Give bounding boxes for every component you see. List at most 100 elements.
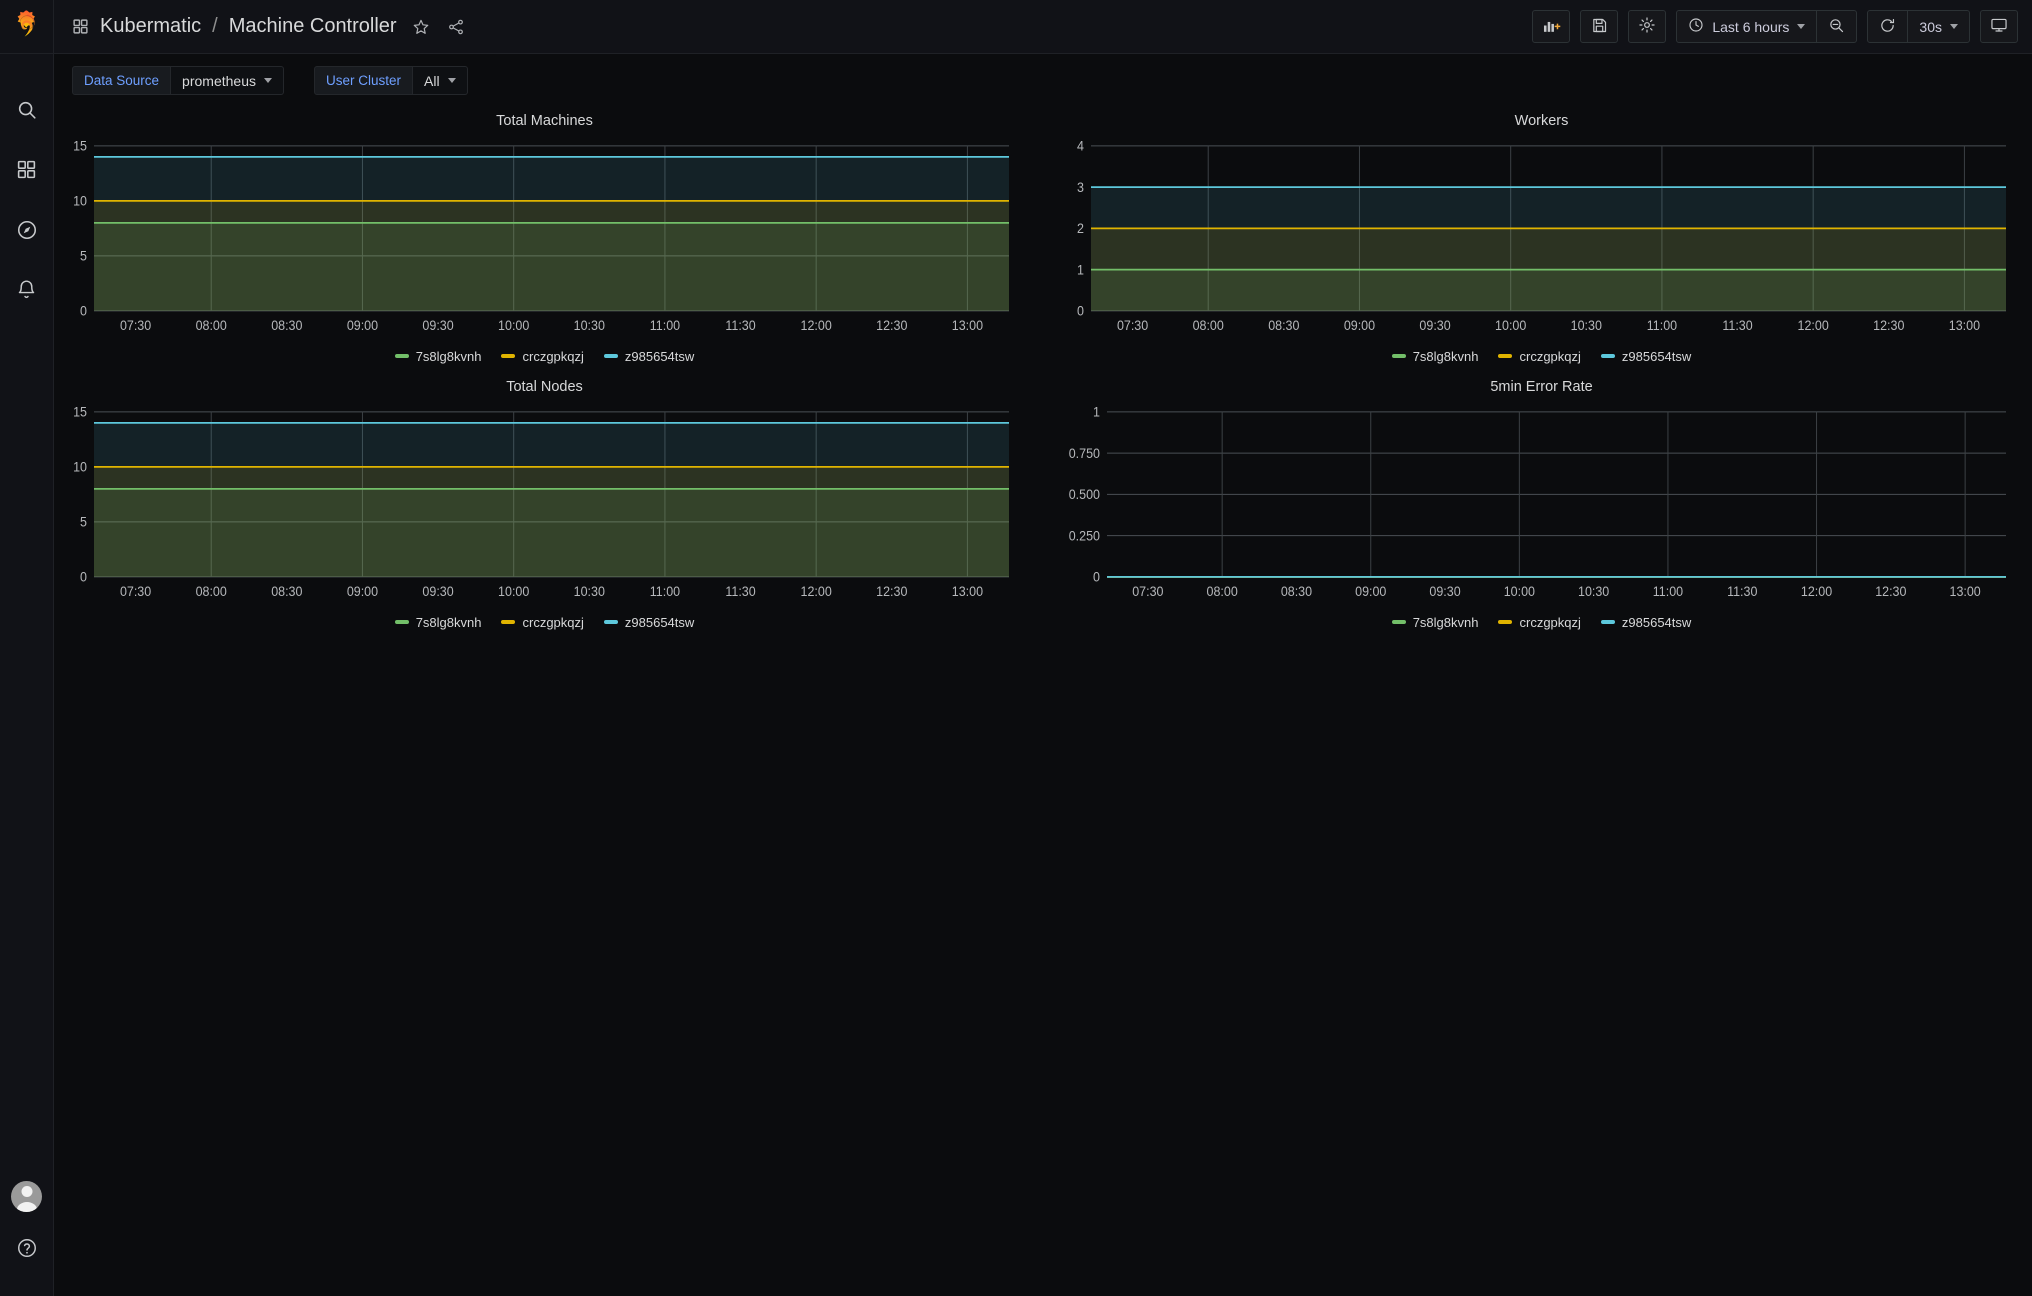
save-dashboard-button[interactable] bbox=[1580, 10, 1619, 43]
add-panel-button[interactable] bbox=[1532, 10, 1571, 43]
sidebar-item-dashboards[interactable] bbox=[7, 152, 47, 192]
legend-label: 7s8lg8kvnh bbox=[415, 614, 482, 630]
sidebar-nav bbox=[7, 92, 47, 312]
breadcrumb-separator: / bbox=[212, 15, 218, 37]
sidebar bbox=[0, 0, 54, 1296]
dashboard-variables: Data Source prometheus User Cluster All bbox=[54, 54, 2032, 101]
sidebar-bottom bbox=[7, 1181, 47, 1270]
dashboard-grid-icon[interactable] bbox=[72, 18, 89, 35]
svg-text:15: 15 bbox=[73, 138, 87, 154]
svg-text:15: 15 bbox=[73, 404, 87, 420]
legend-swatch bbox=[603, 354, 618, 358]
refresh-button[interactable] bbox=[1868, 11, 1907, 42]
svg-text:08:00: 08:00 bbox=[1207, 584, 1238, 600]
panel-title[interactable]: Total Nodes bbox=[64, 375, 1025, 399]
legend-label: z985654tsw bbox=[1621, 614, 1692, 630]
legend-item[interactable]: z985654tsw bbox=[603, 614, 695, 630]
toolbar: Last 6 hours 30s bbox=[1532, 10, 2018, 43]
legend-item[interactable]: crczgpkqzj bbox=[501, 349, 584, 364]
panel-title[interactable]: 5min Error Rate bbox=[1061, 375, 2022, 399]
svg-text:0.750: 0.750 bbox=[1069, 446, 1100, 462]
svg-text:13:00: 13:00 bbox=[952, 584, 983, 600]
time-range-picker[interactable]: Last 6 hours bbox=[1677, 11, 1816, 42]
svg-text:11:30: 11:30 bbox=[725, 584, 755, 600]
svg-text:13:00: 13:00 bbox=[952, 318, 983, 334]
svg-text:11:00: 11:00 bbox=[1647, 318, 1677, 334]
legend-label: crczgpkqzj bbox=[1519, 614, 1581, 630]
legend-item[interactable]: 7s8lg8kvnh bbox=[1391, 349, 1478, 364]
svg-text:09:00: 09:00 bbox=[1355, 584, 1386, 600]
sidebar-item-help[interactable] bbox=[7, 1230, 47, 1270]
panel-title[interactable]: Total Machines bbox=[64, 109, 1025, 133]
variable-datasource-value: prometheus bbox=[182, 72, 256, 89]
svg-text:1: 1 bbox=[1077, 262, 1084, 278]
legend-item[interactable]: crczgpkqzj bbox=[1498, 614, 1581, 630]
legend-label: z985654tsw bbox=[1621, 348, 1692, 364]
legend-item[interactable]: z985654tsw bbox=[1600, 348, 1692, 364]
svg-text:10:30: 10:30 bbox=[574, 584, 605, 600]
legend-item[interactable]: 7s8lg8kvnh bbox=[1391, 614, 1479, 630]
bell-icon bbox=[16, 279, 37, 305]
svg-text:11:00: 11:00 bbox=[650, 584, 680, 600]
chevron-down-icon bbox=[447, 78, 456, 83]
legend-swatch bbox=[1498, 620, 1513, 624]
svg-text:0.250: 0.250 bbox=[1069, 528, 1100, 544]
zoom-out-button[interactable] bbox=[1816, 11, 1856, 42]
dashboard-settings-button[interactable] bbox=[1628, 10, 1667, 43]
grafana-logo-icon bbox=[12, 9, 42, 44]
legend-item[interactable]: crczgpkqzj bbox=[1498, 349, 1581, 364]
svg-text:12:30: 12:30 bbox=[1873, 318, 1904, 334]
dashboard-panel-grid: Total Machines 0 5 10 15 07:30 08:00 08:30 09:00… bbox=[54, 101, 2032, 635]
tv-icon bbox=[1990, 16, 2008, 37]
legend-label: 7s8lg8kvnh bbox=[1412, 614, 1479, 630]
panel-plot[interactable]: 0 0.250 0.500 0.750 1 07:30 08:00 08:30 09:00 09:… bbox=[1061, 399, 2022, 609]
svg-text:12:30: 12:30 bbox=[1875, 584, 1906, 600]
svg-text:0: 0 bbox=[80, 303, 87, 319]
svg-text:09:00: 09:00 bbox=[347, 584, 378, 600]
svg-text:10:30: 10:30 bbox=[1578, 584, 1609, 600]
sidebar-item-alerting[interactable] bbox=[7, 272, 47, 312]
sidebar-item-explore[interactable] bbox=[7, 212, 47, 252]
zoom-out-icon bbox=[1828, 17, 1845, 37]
panel-plot[interactable]: 0 5 10 15 07:30 08:00 08:30 09:00 09:30 10:00 10:3… bbox=[64, 133, 1025, 343]
refresh-group: 30s bbox=[1867, 10, 1970, 43]
star-icon[interactable] bbox=[412, 18, 430, 36]
gear-icon bbox=[1638, 16, 1656, 37]
add-panel-icon bbox=[1542, 16, 1561, 38]
sidebar-item-search[interactable] bbox=[7, 92, 47, 132]
share-icon[interactable] bbox=[447, 18, 465, 36]
svg-text:11:00: 11:00 bbox=[1653, 584, 1683, 600]
legend-item[interactable]: z985654tsw bbox=[603, 349, 694, 364]
svg-text:11:30: 11:30 bbox=[1727, 584, 1757, 600]
legend-swatch bbox=[501, 354, 516, 358]
variable-datasource-label: Data Source bbox=[72, 66, 172, 95]
svg-text:07:30: 07:30 bbox=[120, 584, 151, 600]
panel-title[interactable]: Workers bbox=[1061, 109, 2022, 133]
legend-label: 7s8lg8kvnh bbox=[415, 348, 482, 364]
svg-text:09:30: 09:30 bbox=[1419, 318, 1450, 334]
legend-item[interactable]: z985654tsw bbox=[1600, 614, 1692, 630]
legend-item[interactable]: 7s8lg8kvnh bbox=[394, 614, 482, 630]
svg-text:11:00: 11:00 bbox=[650, 318, 680, 334]
variable-datasource-select[interactable]: prometheus bbox=[171, 66, 284, 95]
breadcrumb-folder[interactable]: Kubermatic bbox=[100, 15, 201, 38]
variable-user-cluster-value: All bbox=[424, 72, 440, 89]
kiosk-mode-button[interactable] bbox=[1980, 10, 2018, 43]
panel-plot[interactable]: 0 1 2 3 4 07:30 08:00 08:30 09:00 09:30 10:00 10:30… bbox=[1061, 133, 2022, 343]
top-navbar: Kubermatic / Machine Controller Last 6 h… bbox=[54, 0, 2032, 54]
clock-icon bbox=[1688, 17, 1704, 36]
svg-text:10: 10 bbox=[73, 459, 87, 475]
legend-item[interactable]: crczgpkqzj bbox=[501, 615, 584, 630]
legend-label: z985654tsw bbox=[624, 614, 695, 630]
svg-text:12:00: 12:00 bbox=[1801, 584, 1832, 600]
legend-item[interactable]: 7s8lg8kvnh bbox=[394, 348, 482, 364]
refresh-interval-picker[interactable]: 30s bbox=[1907, 11, 1969, 42]
variable-user-cluster-select[interactable]: All bbox=[413, 66, 468, 95]
page-title[interactable]: Machine Controller bbox=[229, 15, 397, 38]
grafana-logo-button[interactable] bbox=[0, 0, 54, 54]
chevron-down-icon bbox=[263, 78, 272, 83]
svg-text:4: 4 bbox=[1077, 138, 1084, 154]
panel-plot[interactable]: 0 5 10 15 07:30 08:00 08:30 09:00 09:30 10:00 10:3… bbox=[64, 399, 1025, 609]
avatar[interactable] bbox=[11, 1181, 42, 1212]
panel-legend: 7s8lg8kvnh crczgpkqzj z985654tsw bbox=[1061, 609, 2022, 635]
